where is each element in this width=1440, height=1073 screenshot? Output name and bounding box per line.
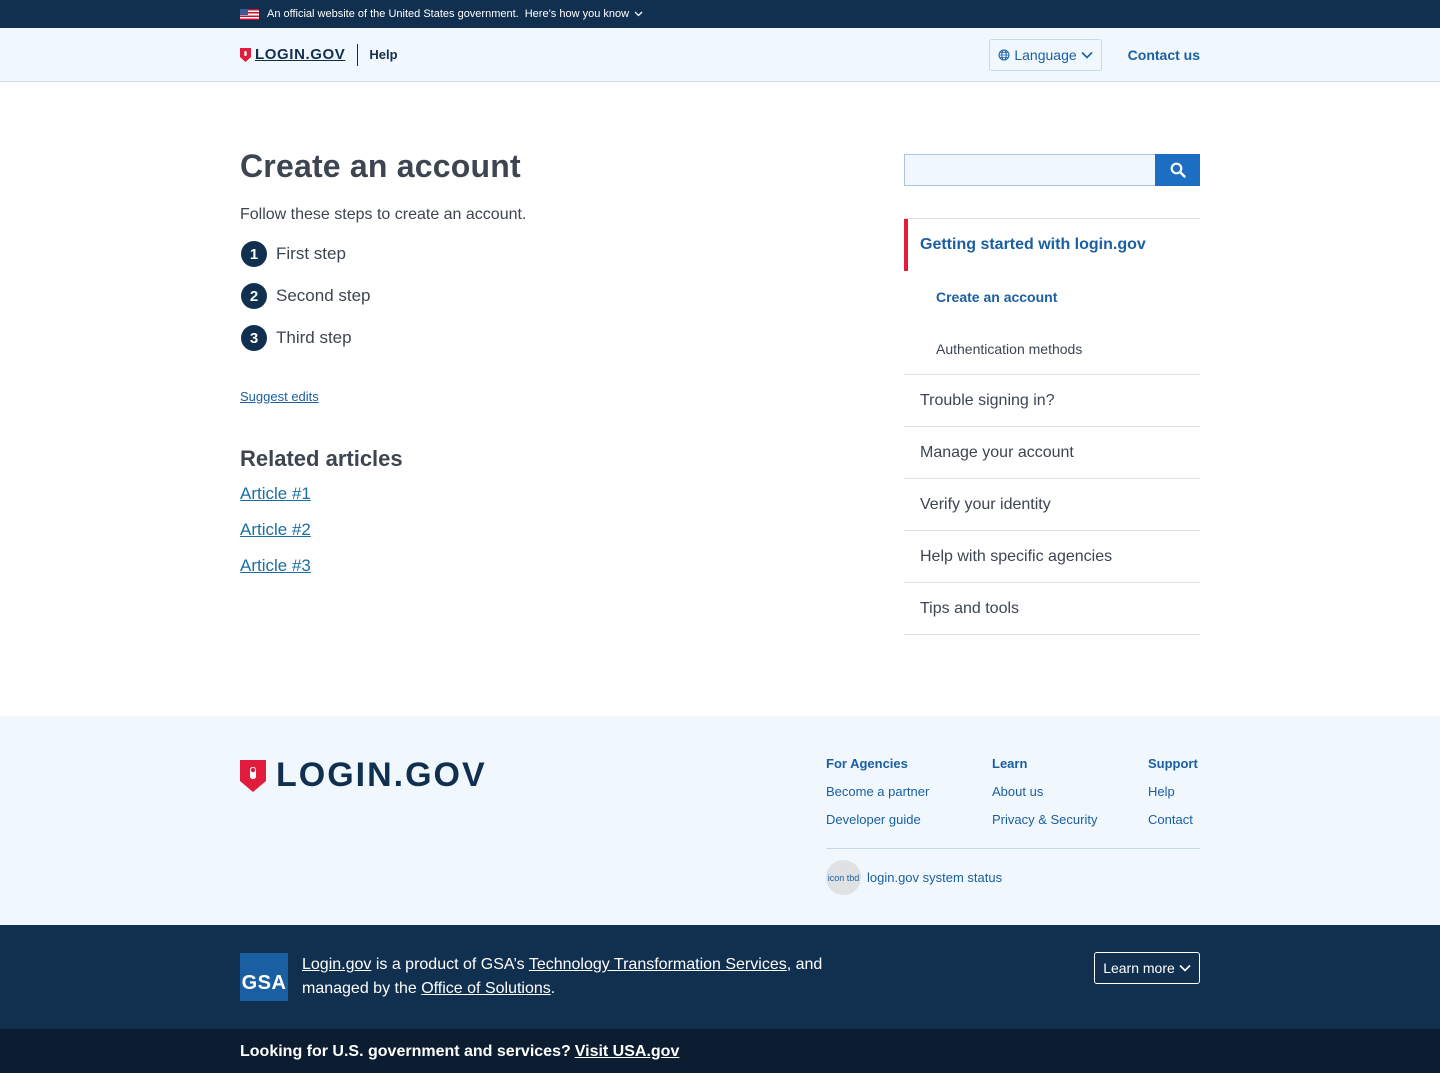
usa-gov-bar: Looking for U.S. government and services… (0, 1029, 1440, 1073)
related-article-link[interactable]: Article #2 (240, 520, 311, 539)
search-icon (1170, 162, 1186, 178)
related-articles-list: Article #1 Article #2 Article #3 (240, 484, 840, 592)
gsa-text-3: . (550, 980, 556, 997)
gsa-text-1: is a product of GSA’s (371, 956, 529, 973)
logo-text: LOGIN.GOV (255, 46, 346, 63)
chevron-down-icon (1081, 51, 1093, 59)
gov-banner: An official website of the United States… (0, 0, 1440, 28)
site-footer: LOGIN.GOV For Agencies Become a partner … (0, 716, 1440, 925)
step-label: First step (276, 244, 346, 263)
step-number: 1 (241, 241, 267, 267)
chevron-down-icon (634, 11, 643, 17)
office-of-solutions-link[interactable]: Office of Solutions (421, 980, 551, 997)
step-number: 3 (241, 325, 267, 351)
page-title: Create an account (240, 148, 521, 184)
step-label: Third step (276, 328, 352, 347)
footer-link-contact[interactable]: Contact (1148, 812, 1198, 840)
sidenav-item-specific-agencies[interactable]: Help with specific agencies (904, 531, 1200, 583)
status-placeholder-icon: icon tbd (826, 860, 861, 895)
footer-link-help[interactable]: Help (1148, 784, 1198, 812)
how-you-know-label: Here’s how you know (524, 8, 630, 20)
shield-logo-icon (240, 759, 266, 792)
header-help-link[interactable]: Help (369, 47, 397, 62)
site-logo[interactable]: LOGIN.GOV (240, 46, 345, 63)
language-button[interactable]: Language (989, 38, 1102, 71)
language-label: Language (1014, 46, 1077, 63)
gsa-identifier: GSA Login.gov is a product of GSA’s Tech… (0, 925, 1440, 1029)
intro-text: Follow these steps to create an account. (240, 206, 527, 223)
site-header: LOGIN.GOV Help Language Contact us (0, 28, 1440, 82)
gsa-statement: Login.gov is a product of GSA’s Technolo… (302, 953, 862, 1001)
sidenav-item-verify-identity[interactable]: Verify your identity (904, 479, 1200, 531)
step-label: Second step (276, 286, 371, 305)
system-status: icon tbd login.gov system status (826, 860, 1002, 895)
footer-column-heading: For Agencies (826, 756, 908, 771)
step-item: 2 Second step (240, 275, 840, 317)
footer-column-heading: Support (1148, 756, 1198, 771)
globe-icon (998, 49, 1010, 60)
sidenav-item-getting-started[interactable]: Getting started with login.gov (904, 219, 1200, 271)
footer-link-about-us[interactable]: About us (992, 784, 1097, 812)
suggest-edits-link[interactable]: Suggest edits (240, 389, 319, 404)
gsa-logo: GSA (240, 953, 288, 1001)
footer-column-agencies: For Agencies Become a partner Developer … (826, 756, 929, 840)
sidenav-item-tips-and-tools[interactable]: Tips and tools (904, 583, 1200, 635)
article: Create an account Follow these steps to … (240, 148, 840, 592)
shield-logo-icon (240, 47, 251, 62)
footer-logo[interactable]: LOGIN.GOV (240, 756, 487, 795)
search-form (904, 154, 1200, 186)
system-status-link[interactable]: login.gov system status (867, 870, 1002, 885)
footer-column-learn: Learn About us Privacy & Security (992, 756, 1097, 840)
visit-usa-gov-link[interactable]: Visit USA.gov (575, 1043, 680, 1061)
sidenav-item-manage-account[interactable]: Manage your account (904, 427, 1200, 479)
step-item: 1 First step (240, 233, 840, 275)
footer-link-developer-guide[interactable]: Developer guide (826, 812, 929, 840)
footer-logo-text: LOGIN.GOV (276, 756, 487, 794)
related-article-link[interactable]: Article #3 (240, 556, 311, 575)
contact-us-link[interactable]: Contact us (1128, 47, 1200, 63)
footer-divider (826, 848, 1200, 849)
footer-column-support: Support Help Contact (1148, 756, 1198, 840)
related-articles-heading: Related articles (240, 446, 403, 471)
main-content: Create an account Follow these steps to … (0, 82, 1440, 716)
sidenav-subitem-create-account[interactable]: Create an account (904, 271, 1200, 323)
learn-more-button[interactable]: Learn more (1094, 952, 1200, 984)
how-you-know-toggle[interactable]: Here’s how you know (525, 8, 643, 20)
search-button[interactable] (1155, 154, 1200, 186)
learn-more-label: Learn more (1103, 960, 1175, 976)
official-site-text: An official website of the United States… (267, 8, 519, 20)
login-gov-link[interactable]: Login.gov (302, 956, 371, 973)
step-number: 2 (241, 283, 267, 309)
sidenav-subitem-authentication-methods[interactable]: Authentication methods (904, 323, 1200, 375)
search-input[interactable] (904, 154, 1155, 186)
related-article-link[interactable]: Article #1 (240, 484, 311, 503)
sidenav-item-trouble-signing-in[interactable]: Trouble signing in? (904, 375, 1200, 427)
us-flag-icon (240, 8, 259, 20)
step-list: 1 First step 2 Second step 3 Third step (240, 233, 840, 359)
chevron-down-icon (1179, 964, 1191, 972)
footer-link-privacy-security[interactable]: Privacy & Security (992, 812, 1097, 840)
footer-link-become-partner[interactable]: Become a partner (826, 784, 929, 812)
footer-column-heading: Learn (992, 756, 1028, 771)
header-divider (357, 43, 359, 66)
tts-link[interactable]: Technology Transformation Services (529, 956, 787, 973)
usa-gov-text: Looking for U.S. government and services… (240, 1042, 571, 1060)
step-item: 3 Third step (240, 317, 840, 359)
sidebar: Getting started with login.gov Create an… (904, 154, 1200, 635)
side-navigation: Getting started with login.gov Create an… (904, 218, 1200, 635)
